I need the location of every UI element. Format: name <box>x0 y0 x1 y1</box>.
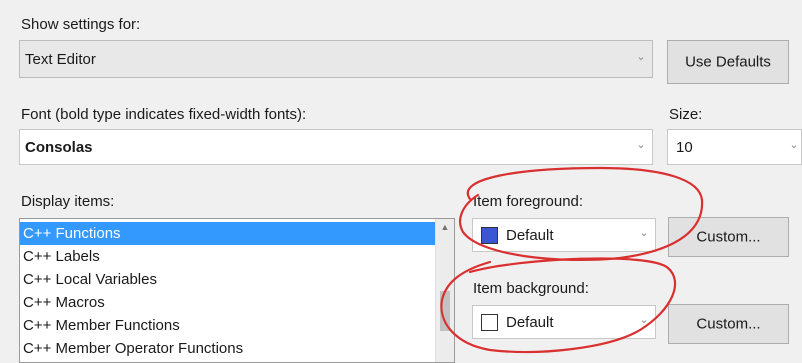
display-items-label: Display items: <box>21 193 115 210</box>
chevron-down-icon: ⌄ <box>639 227 649 239</box>
size-dropdown[interactable]: 10 ⌄ <box>667 129 802 165</box>
show-settings-value: Text Editor <box>25 51 96 68</box>
chevron-down-icon: ⌄ <box>639 314 649 326</box>
font-value: Consolas <box>25 139 93 156</box>
item-foreground-dropdown[interactable]: Default ⌄ <box>472 218 656 252</box>
list-item[interactable]: C++ Member Operator Functions <box>20 337 436 360</box>
font-dropdown[interactable]: Consolas ⌄ <box>19 129 653 165</box>
scroll-up-icon[interactable]: ▲ <box>436 222 454 232</box>
item-foreground-label: Item foreground: <box>473 193 584 210</box>
item-background-dropdown[interactable]: Default ⌄ <box>472 305 656 339</box>
size-label: Size: <box>669 106 703 123</box>
list-item[interactable]: C++ Member Functions <box>20 314 436 337</box>
list-item[interactable]: C++ Labels <box>20 245 436 268</box>
chevron-down-icon: ⌄ <box>789 139 799 151</box>
use-defaults-button[interactable]: Use Defaults <box>667 40 789 84</box>
background-custom-label: Custom... <box>696 315 761 333</box>
font-label: Font (bold type indicates fixed-width fo… <box>21 106 307 123</box>
display-items-list[interactable]: C++ Functions C++ Labels C++ Local Varia… <box>19 218 455 363</box>
show-settings-dropdown[interactable]: Text Editor ⌄ <box>19 40 653 78</box>
background-custom-button[interactable]: Custom... <box>668 304 789 344</box>
list-item[interactable]: C++ Local Variables <box>20 268 436 291</box>
use-defaults-label: Use Defaults <box>685 53 771 71</box>
item-foreground-value: Default <box>506 227 554 244</box>
background-color-swatch <box>481 314 498 331</box>
show-settings-label: Show settings for: <box>21 16 141 33</box>
item-background-value: Default <box>506 314 554 331</box>
chevron-down-icon: ⌄ <box>636 139 646 151</box>
foreground-custom-button[interactable]: Custom... <box>668 217 789 257</box>
foreground-custom-label: Custom... <box>696 228 761 246</box>
foreground-color-swatch <box>481 227 498 244</box>
scrollbar-thumb[interactable] <box>440 291 450 331</box>
list-item[interactable]: C++ Macros <box>20 291 436 314</box>
size-value: 10 <box>676 139 693 156</box>
list-scrollbar[interactable]: ▲ <box>435 219 454 362</box>
chevron-down-icon: ⌄ <box>636 51 646 63</box>
item-background-label: Item background: <box>473 280 589 297</box>
list-item[interactable]: C++ Functions <box>20 222 436 245</box>
